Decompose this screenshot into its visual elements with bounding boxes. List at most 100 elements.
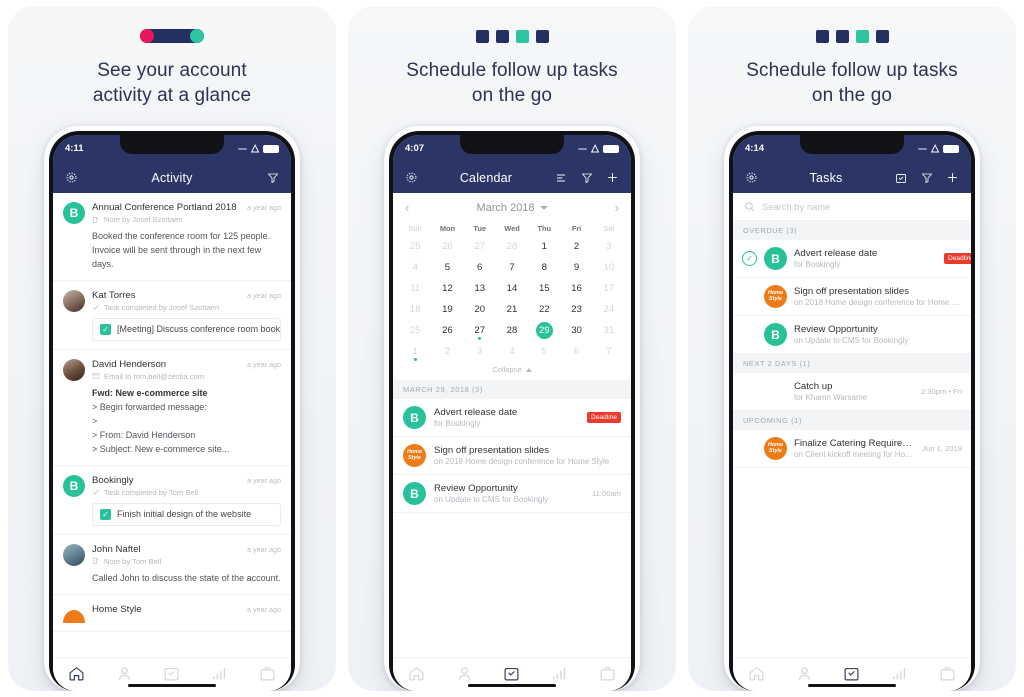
list-item[interactable]: Home Style Sign off presentation slides … <box>393 437 631 476</box>
tasks-view[interactable]: Search by name OVERDUE (3) ✓ B Advert re… <box>733 193 971 657</box>
calendar-day-cell[interactable]: 25 <box>399 321 431 340</box>
list-item[interactable]: B Review Opportunity on Update to CMS fo… <box>393 475 631 514</box>
activity-list[interactable]: B Annual Conference Portland 2018 a year… <box>53 193 291 657</box>
calendar-day-cell[interactable]: 2 <box>431 342 463 361</box>
task-checkbox[interactable] <box>742 289 757 304</box>
list-view-icon[interactable] <box>552 169 569 186</box>
tab-home[interactable] <box>747 664 766 683</box>
calendar-grid[interactable]: 25 26 27 28 1 2 3 4 5 6 7 8 9 10 11 12 13 14 15 16 17 18 19 20 2… <box>393 237 631 362</box>
tab-deals[interactable] <box>938 664 957 683</box>
next-month-button[interactable]: › <box>605 200 619 215</box>
list-item[interactable]: B Advert release date for Bookingly Dead… <box>393 399 631 438</box>
gear-icon[interactable] <box>63 169 80 186</box>
calendar-day-cell[interactable]: 7 <box>496 258 528 277</box>
calendar-day-cell[interactable]: 30 <box>560 321 592 340</box>
calendar-day-cell[interactable]: 13 <box>464 279 496 298</box>
calendar-day-cell[interactable]: 14 <box>496 279 528 298</box>
checkbox-checked-icon[interactable]: ✓ <box>100 323 111 335</box>
tab-deals[interactable] <box>598 664 617 683</box>
activity-task-chip[interactable]: ✓ Finish initial design of the website <box>92 502 281 526</box>
calendar-day-cell[interactable]: 29 <box>528 321 560 340</box>
calendar-day-cell[interactable]: 28 <box>496 321 528 340</box>
calendar-day-cell[interactable]: 22 <box>528 300 560 319</box>
month-selector[interactable]: March 2018 <box>419 202 605 214</box>
tab-home[interactable] <box>67 664 86 683</box>
task-checkbox[interactable] <box>742 441 757 456</box>
calendar-day-cell[interactable]: 20 <box>464 300 496 319</box>
list-item[interactable]: ✓ B Advert release date for Bookingly De… <box>733 240 971 279</box>
calendar-day-cell[interactable]: 1 <box>399 342 431 362</box>
tab-reports[interactable] <box>550 664 569 683</box>
calendar-day-cell[interactable]: 12 <box>431 279 463 298</box>
list-item[interactable]: Home Style a year ago <box>53 595 291 632</box>
search-input[interactable]: Search by name <box>762 201 830 212</box>
calendar-day-cell[interactable]: 19 <box>431 300 463 319</box>
tab-deals[interactable] <box>258 664 277 683</box>
task-checkbox[interactable]: ✓ <box>742 251 757 267</box>
calendar-day-cell[interactable]: 4 <box>496 342 528 361</box>
calendar-day-cell[interactable]: 4 <box>399 258 431 277</box>
tab-calendar[interactable] <box>502 664 521 683</box>
calendar-day-cell[interactable]: 25 <box>399 237 431 256</box>
tab-contacts[interactable] <box>115 664 134 683</box>
calendar-day-cell[interactable]: 10 <box>593 258 625 277</box>
plus-icon[interactable] <box>944 169 961 186</box>
calendar-check-icon[interactable] <box>892 169 909 186</box>
calendar-day-cell[interactable]: 2 <box>560 237 592 256</box>
calendar-day-cell[interactable]: 21 <box>496 300 528 319</box>
filter-icon[interactable] <box>918 169 935 186</box>
calendar-day-cell[interactable]: 26 <box>431 321 463 340</box>
calendar-day-cell[interactable]: 5 <box>431 258 463 277</box>
list-item[interactable]: Home Style Finalize Catering Requirement… <box>733 430 971 469</box>
calendar-day-cell[interactable]: 6 <box>464 258 496 277</box>
calendar-day-cell[interactable]: 7 <box>593 342 625 361</box>
activity-task-chip[interactable]: ✓ [Meeting] Discuss conference room book… <box>92 317 281 341</box>
calendar-collapse-button[interactable]: Collapse <box>393 361 631 380</box>
list-item[interactable]: B Annual Conference Portland 2018 a year… <box>53 193 291 281</box>
tab-home[interactable] <box>407 664 426 683</box>
filter-icon[interactable] <box>264 169 281 186</box>
tab-contacts[interactable] <box>455 664 474 683</box>
tab-calendar[interactable] <box>162 664 181 683</box>
calendar-day-cell[interactable]: 8 <box>528 258 560 277</box>
calendar-day-cell[interactable]: 11 <box>399 279 431 298</box>
tab-calendar[interactable] <box>842 664 861 683</box>
calendar-day-cell[interactable]: 3 <box>464 342 496 361</box>
list-item[interactable]: B Review Opportunity on Update to CMS fo… <box>733 316 971 355</box>
calendar-day-cell[interactable]: 3 <box>593 237 625 256</box>
search-bar[interactable]: Search by name <box>733 193 971 222</box>
calendar-day-cell[interactable]: 31 <box>593 321 625 340</box>
list-item[interactable]: Catch up for Khamn Warsame 2:30pm • Fri <box>733 373 971 412</box>
tab-reports[interactable] <box>890 664 909 683</box>
calendar-view[interactable]: ‹ March 2018 › Sun Mon Tue Wed Thu Fri S… <box>393 193 631 657</box>
calendar-day-cell[interactable]: 18 <box>399 300 431 319</box>
tab-contacts[interactable] <box>795 664 814 683</box>
list-item[interactable]: David Henderson a year ago Email to tom.… <box>53 350 291 466</box>
checkbox-checked-icon[interactable]: ✓ <box>100 508 111 520</box>
calendar-day-cell[interactable]: 23 <box>560 300 592 319</box>
filter-icon[interactable] <box>578 169 595 186</box>
calendar-day-cell[interactable]: 15 <box>528 279 560 298</box>
calendar-day-cell[interactable]: 24 <box>593 300 625 319</box>
calendar-day-cell[interactable]: 5 <box>528 342 560 361</box>
task-checkbox[interactable] <box>742 327 757 342</box>
list-item[interactable]: B Bookingly a year ago Task completed by… <box>53 466 291 535</box>
gear-icon[interactable] <box>743 169 760 186</box>
task-checkbox[interactable] <box>742 384 757 399</box>
list-item[interactable]: Kat Torres a year ago Task completed by … <box>53 281 291 350</box>
list-item[interactable]: John Naftel a year ago Note by Tom Bell <box>53 535 291 595</box>
prev-month-button[interactable]: ‹ <box>405 200 419 215</box>
calendar-day-cell[interactable]: 27 <box>464 237 496 256</box>
calendar-day-cell[interactable]: 26 <box>431 237 463 256</box>
calendar-day-cell[interactable]: 9 <box>560 258 592 277</box>
calendar-day-cell[interactable]: 27 <box>464 321 496 341</box>
gear-icon[interactable] <box>403 169 420 186</box>
calendar-day-cell[interactable]: 28 <box>496 237 528 256</box>
tab-reports[interactable] <box>210 664 229 683</box>
calendar-day-cell[interactable]: 17 <box>593 279 625 298</box>
calendar-day-cell[interactable]: 1 <box>528 237 560 256</box>
plus-icon[interactable] <box>604 169 621 186</box>
calendar-day-cell[interactable]: 16 <box>560 279 592 298</box>
list-item[interactable]: Home Style Sign off presentation slides … <box>733 278 971 317</box>
calendar-day-cell[interactable]: 6 <box>560 342 592 361</box>
